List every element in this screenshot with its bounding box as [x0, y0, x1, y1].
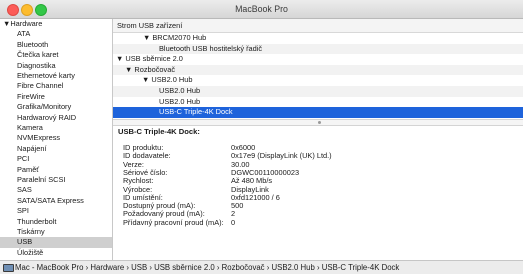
- splitter-handle-icon: [318, 121, 321, 124]
- sidebar-item-fibre-channel[interactable]: Fibre Channel: [0, 81, 112, 91]
- sidebar-item-sas[interactable]: SAS: [0, 185, 112, 195]
- sidebar: ▼Hardware ATA Bluetooth Čtečka karet Dia…: [0, 19, 113, 260]
- device-detail-pane: USB-C Triple-4K Dock: ID produktu: 0x600…: [113, 126, 523, 260]
- disclosure-triangle-icon[interactable]: ▼: [142, 75, 151, 84]
- path-bar: Mac - MacBook Pro › Hardware › USB › USB…: [0, 260, 523, 274]
- computer-stand-icon: [6, 271, 11, 272]
- tree-row[interactable]: Bluetooth USB hostitelský řadič: [113, 43, 523, 55]
- tree-row[interactable]: ▼ Rozbočovač: [113, 64, 523, 76]
- disclosure-triangle-icon[interactable]: ▼: [116, 54, 125, 63]
- sidebar-item-printers[interactable]: Tiskárny: [0, 227, 112, 237]
- sidebar-item-storage[interactable]: Úložiště: [0, 248, 112, 258]
- breadcrumb[interactable]: Mac - MacBook Pro › Hardware › USB › USB…: [15, 261, 399, 274]
- detail-label: Přídavný pracovní proud (mA):: [123, 217, 224, 227]
- sidebar-item-power[interactable]: Napájení: [0, 144, 112, 154]
- tree-row[interactable]: USB2.0 Hub: [113, 86, 523, 97]
- sidebar-item-pci[interactable]: PCI: [0, 154, 112, 164]
- disclosure-triangle-icon[interactable]: ▼: [125, 65, 134, 74]
- sidebar-item-usb[interactable]: USB: [0, 237, 112, 248]
- sidebar-item-bluetooth[interactable]: Bluetooth: [0, 40, 112, 50]
- tree-row[interactable]: USB2.0 Hub: [113, 97, 523, 108]
- tree-row[interactable]: ▼ USB2.0 Hub: [113, 75, 523, 86]
- tree-column-header[interactable]: Strom USB zařízení: [113, 19, 523, 33]
- detail-value: 0: [231, 217, 236, 227]
- sidebar-item-ethernet[interactable]: Ethernetové karty: [0, 71, 112, 81]
- sidebar-item-memory[interactable]: Paměť: [0, 165, 112, 175]
- sidebar-item-diagnostics[interactable]: Diagnostika: [0, 61, 112, 71]
- sidebar-header-hardware[interactable]: ▼Hardware: [0, 19, 112, 29]
- sidebar-item-firewire[interactable]: FireWire: [0, 92, 112, 102]
- usb-device-tree: Strom USB zařízení ▼ BRCM2070 Hub Blueto…: [113, 19, 523, 119]
- sidebar-item-camera[interactable]: Kamera: [0, 123, 112, 133]
- sidebar-item-parallel-scsi[interactable]: Paralelní SCSI: [0, 175, 112, 185]
- pane-splitter[interactable]: [113, 119, 523, 126]
- disclosure-triangle-icon[interactable]: ▼: [143, 33, 152, 42]
- sidebar-item-nvmexpress[interactable]: NVMExpress: [0, 133, 112, 143]
- sidebar-item-thunderbolt[interactable]: Thunderbolt: [0, 217, 112, 227]
- sidebar-item-hardware-raid[interactable]: Hardwarový RAID: [0, 113, 112, 123]
- sidebar-item-graphics[interactable]: Grafika/Monitory: [0, 102, 112, 112]
- tree-row[interactable]: ▼ BRCM2070 Hub: [113, 33, 523, 44]
- tree-row-selected[interactable]: USB-C Triple-4K Dock: [113, 107, 523, 118]
- sidebar-item-card-reader[interactable]: Čtečka karet: [0, 50, 112, 60]
- sidebar-item-spi[interactable]: SPI: [0, 206, 112, 216]
- tree-row[interactable]: ▼ USB sběrnice 2.0: [113, 54, 523, 65]
- detail-title: USB-C Triple-4K Dock:: [118, 127, 200, 136]
- window-title: MacBook Pro: [235, 4, 288, 14]
- sidebar-item-sata[interactable]: SATA/SATA Express: [0, 196, 112, 206]
- sidebar-item-ata[interactable]: ATA: [0, 29, 112, 39]
- title-bar: MacBook Pro: [0, 0, 523, 19]
